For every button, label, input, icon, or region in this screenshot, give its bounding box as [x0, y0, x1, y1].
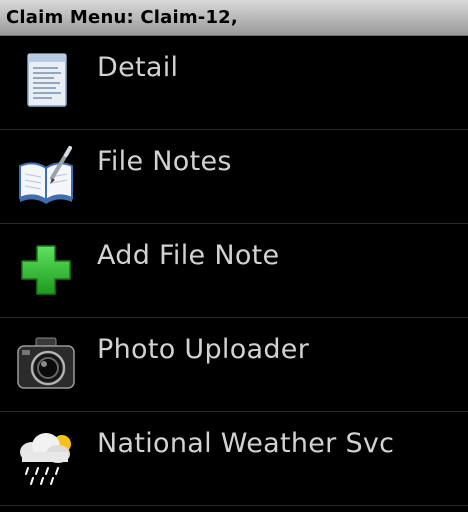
menu-item-file-notes[interactable]: File Notes	[0, 130, 468, 224]
menu-item-label: Detail	[97, 52, 179, 83]
camera-icon	[14, 332, 78, 396]
menu-item-detail[interactable]: Detail	[0, 36, 468, 130]
rain-cloud-icon	[14, 426, 78, 490]
title-bar: Claim Menu: Claim-12,	[0, 0, 468, 36]
menu-item-label: Photo Uploader	[97, 334, 310, 365]
open-book-pen-icon	[14, 144, 78, 208]
menu-item-label: Add File Note	[97, 240, 280, 271]
document-icon	[14, 50, 78, 114]
menu-item-add-file-note[interactable]: Add File Note	[0, 224, 468, 318]
menu-item-label: File Notes	[97, 146, 232, 177]
window-title: Claim Menu: Claim-12,	[6, 7, 238, 28]
menu-item-national-weather-svc[interactable]: National Weather Svc	[0, 412, 468, 506]
menu-item-label: National Weather Svc	[97, 428, 395, 459]
green-plus-icon	[14, 238, 78, 302]
menu-item-photo-uploader[interactable]: Photo Uploader	[0, 318, 468, 412]
claim-menu-list: Detail File Notes Add File Note Photo Up…	[0, 36, 468, 506]
